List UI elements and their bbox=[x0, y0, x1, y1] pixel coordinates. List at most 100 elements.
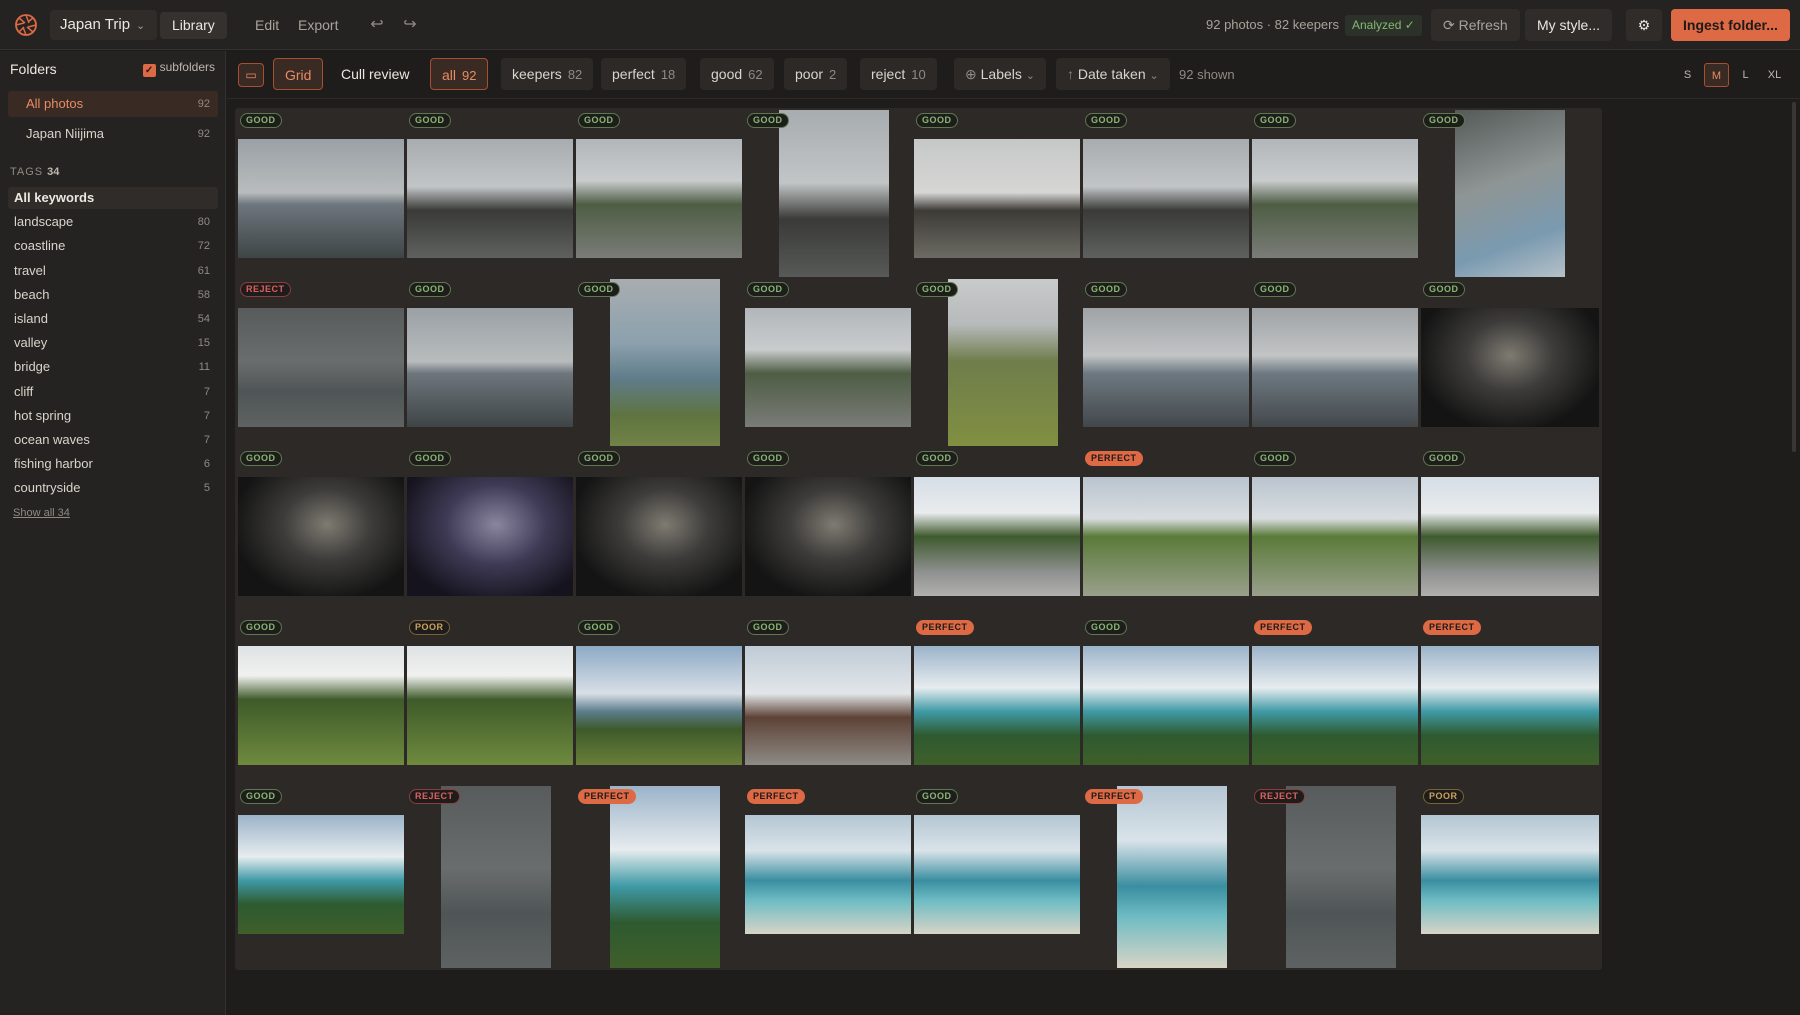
tag-beach[interactable]: beach 58 bbox=[8, 284, 218, 306]
photo-card[interactable]: PERFECT bbox=[742, 784, 926, 970]
rating-badge: GOOD bbox=[747, 620, 789, 635]
photo-card[interactable]: GOOD bbox=[1080, 277, 1264, 463]
tag-ocean-waves[interactable]: ocean waves 7 bbox=[8, 429, 218, 451]
filter-perfect[interactable]: perfect 18 bbox=[601, 58, 687, 90]
folder-toggle-icon[interactable]: ▭ bbox=[238, 63, 264, 87]
size-s-button[interactable]: S bbox=[1675, 63, 1700, 87]
tag-valley[interactable]: valley 15 bbox=[8, 332, 218, 354]
tag-label: travel bbox=[14, 262, 46, 278]
photo-card[interactable]: GOOD bbox=[1080, 615, 1264, 801]
photo-thumbnail bbox=[238, 139, 416, 258]
tag-fishing-harbor[interactable]: fishing harbor 6 bbox=[8, 453, 218, 475]
tag-count: 61 bbox=[197, 264, 210, 277]
photo-card[interactable]: GOOD bbox=[235, 784, 419, 970]
photo-card[interactable]: GOOD bbox=[404, 108, 588, 294]
photo-thumbnail bbox=[745, 815, 923, 934]
photo-card[interactable]: PERFECT bbox=[1418, 615, 1602, 801]
rating-badge: GOOD bbox=[578, 282, 620, 297]
photo-card[interactable]: GOOD bbox=[1249, 277, 1433, 463]
photo-card[interactable]: PERFECT bbox=[1080, 784, 1264, 970]
photo-card[interactable]: GOOD bbox=[573, 446, 757, 632]
nav-tab-export[interactable]: Export bbox=[286, 12, 350, 39]
tag-all-keywords[interactable]: All keywords bbox=[8, 187, 218, 209]
photo-card[interactable]: PERFECT bbox=[911, 615, 1095, 801]
photo-card[interactable]: GOOD bbox=[1249, 108, 1433, 294]
photo-card[interactable]: GOOD bbox=[1418, 446, 1602, 632]
tag-countryside[interactable]: countryside 5 bbox=[8, 477, 218, 499]
photo-card[interactable]: REJECT bbox=[1249, 784, 1433, 970]
photo-card[interactable]: PERFECT bbox=[1249, 615, 1433, 801]
photo-card[interactable]: GOOD bbox=[404, 446, 588, 632]
photo-card[interactable]: GOOD bbox=[404, 277, 588, 463]
settings-gear-icon[interactable]: ⚙ bbox=[1626, 9, 1662, 41]
photo-card[interactable]: GOOD bbox=[1080, 108, 1264, 294]
view-cull-review-tab[interactable]: Cull review bbox=[330, 58, 420, 90]
view-grid-tab[interactable]: Grid bbox=[273, 58, 324, 90]
ingest-folder-button[interactable]: Ingest folder... bbox=[1671, 9, 1790, 41]
tag-bridge[interactable]: bridge 11 bbox=[8, 356, 218, 378]
photo-card[interactable]: GOOD bbox=[911, 446, 1095, 632]
grid-scrollbar[interactable] bbox=[1792, 102, 1796, 452]
nav-tab-library[interactable]: Library bbox=[160, 12, 227, 39]
photo-card[interactable]: GOOD bbox=[235, 446, 419, 632]
photo-card[interactable]: GOOD bbox=[573, 615, 757, 801]
nav-tab-edit[interactable]: Edit bbox=[243, 12, 291, 39]
refresh-label: Refresh bbox=[1458, 17, 1508, 33]
filter-good[interactable]: good 62 bbox=[700, 58, 774, 90]
photo-card[interactable]: GOOD bbox=[235, 108, 419, 294]
labels-label: Labels bbox=[980, 66, 1022, 82]
photo-card[interactable]: GOOD bbox=[742, 277, 926, 463]
photo-card[interactable]: REJECT bbox=[235, 277, 419, 463]
undo-icon[interactable]: ↩ bbox=[365, 13, 389, 37]
tag-travel[interactable]: travel 61 bbox=[8, 260, 218, 282]
photo-card[interactable]: GOOD bbox=[235, 615, 419, 801]
photo-card[interactable]: GOOD bbox=[1249, 446, 1433, 632]
tag-label: landscape bbox=[14, 214, 74, 230]
filter-keepers[interactable]: keepers 82 bbox=[501, 58, 594, 90]
subfolders-checkbox[interactable]: ✓ subfolders bbox=[142, 60, 215, 77]
photo-card[interactable]: PERFECT bbox=[573, 784, 757, 970]
photo-card[interactable]: PERFECT bbox=[1080, 446, 1264, 632]
labels-dropdown[interactable]: ⊕ Labels ⌄ bbox=[954, 58, 1046, 90]
app-logo-icon[interactable] bbox=[14, 13, 38, 37]
size-m-button[interactable]: M bbox=[1704, 63, 1729, 87]
refresh-button[interactable]: ⟳ Refresh bbox=[1431, 9, 1520, 41]
photo-card[interactable]: GOOD bbox=[573, 277, 757, 463]
photo-card[interactable]: GOOD bbox=[911, 108, 1095, 294]
photo-card[interactable]: REJECT bbox=[404, 784, 588, 970]
tag-coastline[interactable]: coastline 72 bbox=[8, 235, 218, 257]
rating-badge: GOOD bbox=[409, 113, 451, 128]
photo-card[interactable]: POOR bbox=[404, 615, 588, 801]
rating-badge: GOOD bbox=[747, 113, 789, 128]
show-all-tags-link[interactable]: Show all 34 bbox=[13, 507, 70, 519]
photo-thumbnail bbox=[1083, 308, 1261, 427]
filter-all[interactable]: all 92 bbox=[430, 58, 489, 90]
photo-card[interactable]: GOOD bbox=[1418, 108, 1602, 294]
photo-card[interactable]: GOOD bbox=[742, 108, 926, 294]
size-xl-button[interactable]: XL bbox=[1762, 63, 1787, 87]
filter-poor[interactable]: poor 2 bbox=[784, 58, 848, 90]
redo-icon[interactable]: ↪ bbox=[398, 13, 422, 37]
tag-island[interactable]: island 54 bbox=[8, 308, 218, 330]
filter-reject[interactable]: reject 10 bbox=[860, 58, 937, 90]
project-selector[interactable]: Japan Trip ⌄ bbox=[50, 10, 158, 40]
tag-cliff[interactable]: cliff 7 bbox=[8, 381, 218, 403]
folder-all-photos[interactable]: All photos 92 bbox=[8, 91, 218, 117]
photo-card[interactable]: GOOD bbox=[1418, 277, 1602, 463]
photo-thumbnail bbox=[1421, 308, 1599, 427]
tag-landscape[interactable]: landscape 80 bbox=[8, 211, 218, 233]
folder-japan-niijima[interactable]: Japan Niijima 92 bbox=[8, 121, 218, 147]
size-l-button[interactable]: L bbox=[1733, 63, 1758, 87]
photo-card[interactable]: GOOD bbox=[911, 784, 1095, 970]
sort-date-dropdown[interactable]: ↑ Date taken ⌄ bbox=[1056, 58, 1170, 90]
photo-card[interactable]: GOOD bbox=[742, 446, 926, 632]
photo-card[interactable]: GOOD bbox=[742, 615, 926, 801]
rating-badge: GOOD bbox=[240, 620, 282, 635]
checkmark-icon: ✓ bbox=[142, 64, 156, 77]
tag-label: valley bbox=[14, 335, 48, 351]
photo-card[interactable]: POOR bbox=[1418, 784, 1602, 970]
tag-hot-spring[interactable]: hot spring 7 bbox=[8, 405, 218, 427]
photo-card[interactable]: GOOD bbox=[573, 108, 757, 294]
my-style-button[interactable]: My style... bbox=[1525, 9, 1613, 41]
photo-card[interactable]: GOOD bbox=[911, 277, 1095, 463]
